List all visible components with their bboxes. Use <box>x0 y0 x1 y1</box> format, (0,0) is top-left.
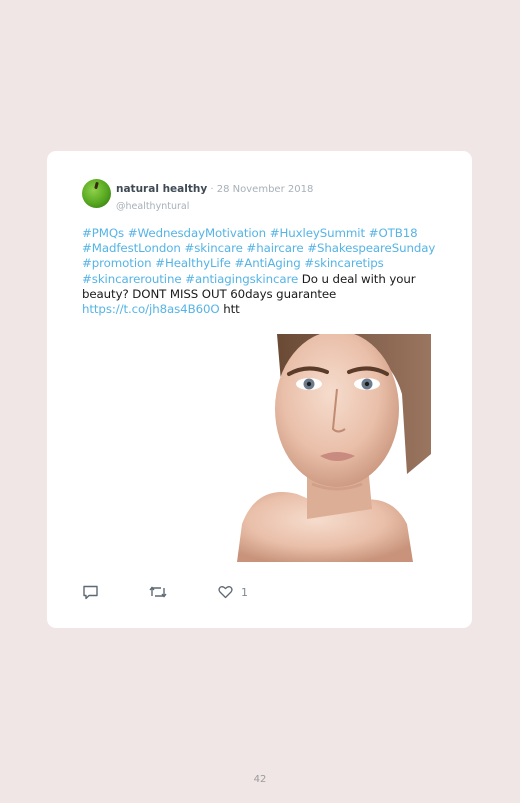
hashtag[interactable]: #AntiAging <box>234 256 300 270</box>
author-handle[interactable]: @healthyntural <box>116 201 189 212</box>
retweet-button[interactable] <box>149 583 167 601</box>
tweet-link[interactable]: https://t.co/jh8as4B60O <box>82 302 220 316</box>
like-button[interactable]: 1 <box>218 583 248 601</box>
hashtag[interactable]: #WednesdayMotivation <box>128 226 266 240</box>
hashtag[interactable]: #antiagingskincare <box>185 272 298 286</box>
hashtag[interactable]: #OTB18 <box>369 226 418 240</box>
date-separator: · <box>207 184 217 195</box>
tweet-date: 28 November 2018 <box>216 184 314 195</box>
heart-icon <box>218 586 233 599</box>
reply-button[interactable] <box>82 583 99 601</box>
hashtag[interactable]: #HuxleySummit <box>270 226 365 240</box>
hashtag[interactable]: #haircare <box>246 241 303 255</box>
like-count: 1 <box>241 585 248 599</box>
tweet-actions: 1 <box>82 583 282 601</box>
hashtag[interactable]: #PMQs <box>82 226 124 240</box>
tweet-header: natural healthy · 28 November 2018 @heal… <box>116 180 313 214</box>
comment-icon <box>83 585 98 600</box>
hashtag[interactable]: #MadfestLondon <box>82 241 181 255</box>
avatar[interactable] <box>82 179 111 208</box>
hashtag[interactable]: #HealthyLife <box>155 256 231 270</box>
tweet-card: natural healthy · 28 November 2018 @heal… <box>47 151 472 628</box>
page-number: 42 <box>253 774 267 785</box>
author-name[interactable]: natural healthy <box>116 183 207 195</box>
hashtag[interactable]: #promotion <box>82 256 152 270</box>
hashtag[interactable]: #skincaretips <box>304 256 384 270</box>
hashtag[interactable]: #ShakespeareSunday <box>307 241 435 255</box>
tweet-text: #PMQs #WednesdayMotivation #HuxleySummit… <box>82 226 452 317</box>
retweet-icon <box>149 586 167 598</box>
tweet-trailing-text: htt <box>223 302 240 317</box>
hashtag[interactable]: #skincareroutine <box>82 272 182 286</box>
hashtag[interactable]: #skincare <box>184 241 242 255</box>
tweet-photo-face[interactable] <box>237 334 431 562</box>
